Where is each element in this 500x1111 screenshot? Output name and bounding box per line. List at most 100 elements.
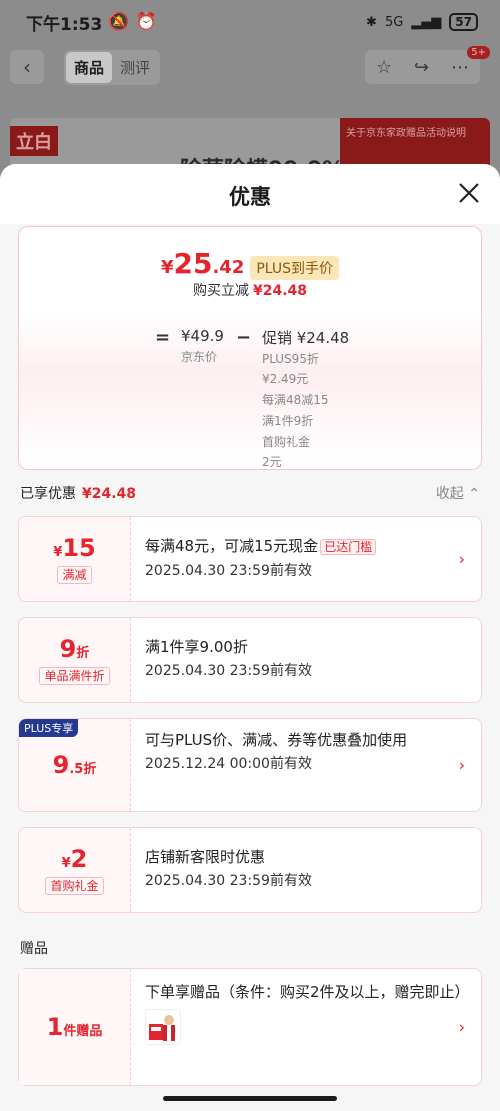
network-label: 5G	[384, 14, 404, 30]
enjoyed-label: 已享优惠	[20, 486, 76, 502]
promo-amount: 9	[59, 635, 77, 663]
plus-price-tag: PLUS到手价	[250, 256, 340, 280]
enjoyed-discount: 已享优惠 ¥24.48	[20, 483, 136, 503]
breakdown-item: 首购礼金	[261, 435, 310, 449]
promo-type-label: 满减	[57, 566, 92, 584]
promo-unit: .5折	[69, 762, 97, 777]
promo-details: 店铺新客限时优惠 2025.04.30 23:59前有效	[131, 828, 481, 912]
final-price-dec: .42	[212, 257, 245, 278]
promo-card-first-purchase: ¥2 首购礼金 店铺新客限时优惠 2025.04.30 23:59前有效	[18, 827, 482, 913]
jd-price-label: 京东价	[181, 350, 218, 364]
final-price: ¥25.42	[161, 247, 244, 280]
gift-product-thumbnail[interactable]	[145, 1009, 181, 1045]
breakdown-item: 每满48减15	[261, 393, 329, 407]
promo-value-area: ¥2 首购礼金	[19, 828, 131, 912]
promo-type-label: 首购礼金	[45, 877, 104, 895]
chevron-right-icon: ›	[458, 549, 465, 569]
jd-price: ¥49.9	[181, 327, 224, 345]
currency-symbol: ¥	[160, 257, 174, 278]
promo-value: 9.5折	[53, 751, 97, 779]
more-icon[interactable]: ⋯	[451, 57, 469, 78]
breakdown-item: 满1件9折	[261, 414, 314, 428]
status-left: 下午1:53 🔕 ⏰	[26, 10, 157, 35]
home-indicator[interactable]	[163, 1096, 337, 1101]
promo-expiry: 2025.04.30 23:59前有效	[145, 563, 312, 579]
product-tabs: 商品 测评	[64, 49, 161, 85]
promo-card-full-reduction[interactable]: ¥15 满减 每满48元，可减15元现金 已达门槛 2025.04.30 23:5…	[18, 516, 482, 602]
product-nav-bar: ‹ 商品 测评 ☆ ↪ ⋯ 5+	[10, 46, 490, 85]
share-icon[interactable]: ↪	[414, 57, 429, 78]
back-button[interactable]: ‹	[10, 50, 44, 84]
promo-value-area: 9折 单品满件折	[19, 618, 131, 702]
promo-expiry: 2025.04.30 23:59前有效	[145, 873, 312, 889]
gift-section-title: 赠品	[20, 941, 48, 957]
price-summary-card: ¥25.42 PLUS到手价 购买立减 ¥24.48 = ¥49.9 京东价 − …	[18, 226, 482, 470]
chevron-left-icon: ‹	[23, 55, 31, 79]
minus-sign: −	[235, 327, 252, 348]
tab-product[interactable]: 商品	[66, 51, 113, 83]
sheet-title: 优惠	[229, 185, 271, 209]
collapse-button[interactable]: 收起 ⌃	[436, 483, 480, 503]
promo-value: ¥15	[53, 534, 95, 562]
brand-logo: 立白	[10, 126, 58, 156]
promo-amount: 2	[70, 845, 88, 873]
tab-review[interactable]: 测评	[112, 52, 158, 83]
discount-sheet: 优惠 ¥25.42 PLUS到手价 购买立减 ¥24.48 = ¥49.9 京东价…	[0, 164, 500, 1111]
chevron-up-icon: ⌃	[468, 486, 480, 502]
gift-value-area: 1件赠品	[19, 969, 131, 1085]
favorite-star-icon[interactable]: ☆	[376, 57, 392, 78]
promo-card-item-discount: 9折 单品满件折 满1件享9.00折 2025.04.30 23:59前有效	[18, 617, 482, 703]
plus-exclusive-tag: PLUS专享	[19, 719, 79, 737]
final-price-int: 25	[173, 247, 213, 280]
instant-discount-label: 购买立减	[192, 283, 249, 299]
promo-currency: ¥	[61, 856, 71, 871]
close-icon[interactable]	[458, 182, 480, 204]
chevron-right-icon: ›	[458, 755, 465, 775]
promo-unit: 折	[76, 646, 90, 661]
gift-count: 1	[46, 1013, 64, 1041]
promo-title: 可与PLUS价、满减、券等优惠叠加使用	[145, 731, 408, 749]
nav-actions: ☆ ↪ ⋯ 5+	[365, 46, 490, 84]
enjoyed-value: ¥24.48	[82, 486, 137, 502]
chevron-right-icon: ›	[458, 1017, 465, 1037]
message-badge: 5+	[467, 46, 490, 59]
mute-icon: 🔕	[108, 12, 130, 32]
instant-discount-value: ¥24.48	[252, 283, 308, 299]
status-right: ✱ 5G ▂▄▆ 57	[366, 13, 478, 31]
breakdown-item: PLUS95折	[261, 352, 319, 366]
jd-price-col: ¥49.9 京东价	[181, 327, 224, 471]
promo-amount: 9	[52, 751, 70, 779]
promo-title: 店铺新客限时优惠	[145, 848, 266, 866]
collapse-label: 收起	[435, 486, 464, 502]
status-time: 下午1:53	[26, 14, 103, 35]
promo-total: 促销 ¥24.48	[261, 329, 350, 347]
gift-title: 下单享赠品（条件：购买2件及以上，赠完即止）	[145, 983, 470, 1001]
instant-discount-row: 购买立减 ¥24.48	[19, 280, 481, 300]
promo-value: 9折	[60, 635, 90, 663]
promo-currency: ¥	[53, 545, 63, 560]
status-bar: 下午1:53 🔕 ⏰ ✱ 5G ▂▄▆ 57	[0, 0, 500, 44]
gift-image	[149, 1015, 175, 1041]
promo-details: 每满48元，可减15元现金 已达门槛 2025.04.30 23:59前有效	[131, 517, 481, 601]
enjoyed-discount-header: 已享优惠 ¥24.48 收起 ⌃	[0, 470, 500, 516]
promo-details: 可与PLUS价、满减、券等优惠叠加使用 2025.12.24 00:00前有效	[131, 719, 481, 811]
promo-title-text: 每满48元，可减15元现金	[145, 537, 319, 555]
promo-value: ¥2	[62, 845, 88, 873]
final-price-row: ¥25.42 PLUS到手价	[19, 247, 481, 280]
bluetooth-icon: ✱	[366, 14, 377, 30]
promo-card-plus[interactable]: PLUS专享 9.5折 可与PLUS价、满减、券等优惠叠加使用 2025.12.…	[18, 718, 482, 812]
promo-expiry: 2025.04.30 23:59前有效	[145, 663, 312, 679]
breakdown-item: 2元	[261, 455, 282, 469]
gift-details: 下单享赠品（条件：购买2件及以上，赠完即止）	[131, 969, 481, 1085]
promo-amount: 15	[62, 534, 96, 562]
battery-icon: 57	[449, 13, 478, 31]
gift-card[interactable]: 1件赠品 下单享赠品（条件：购买2件及以上，赠完即止） ›	[18, 968, 482, 1086]
sheet-header: 优惠	[0, 164, 500, 224]
alarm-icon: ⏰	[135, 12, 157, 32]
promo-expiry: 2025.12.24 00:00前有效	[145, 756, 312, 772]
promo-value-area: ¥15 满减	[19, 517, 131, 601]
promo-type-label: 单品满件折	[39, 667, 110, 685]
promo-details: 满1件享9.00折 2025.04.30 23:59前有效	[131, 618, 481, 702]
breakdown-item: ¥2.49元	[261, 372, 309, 386]
price-breakdown: = ¥49.9 京东价 − 促销 ¥24.48 PLUS95折 ¥2.49元 每…	[155, 327, 349, 471]
